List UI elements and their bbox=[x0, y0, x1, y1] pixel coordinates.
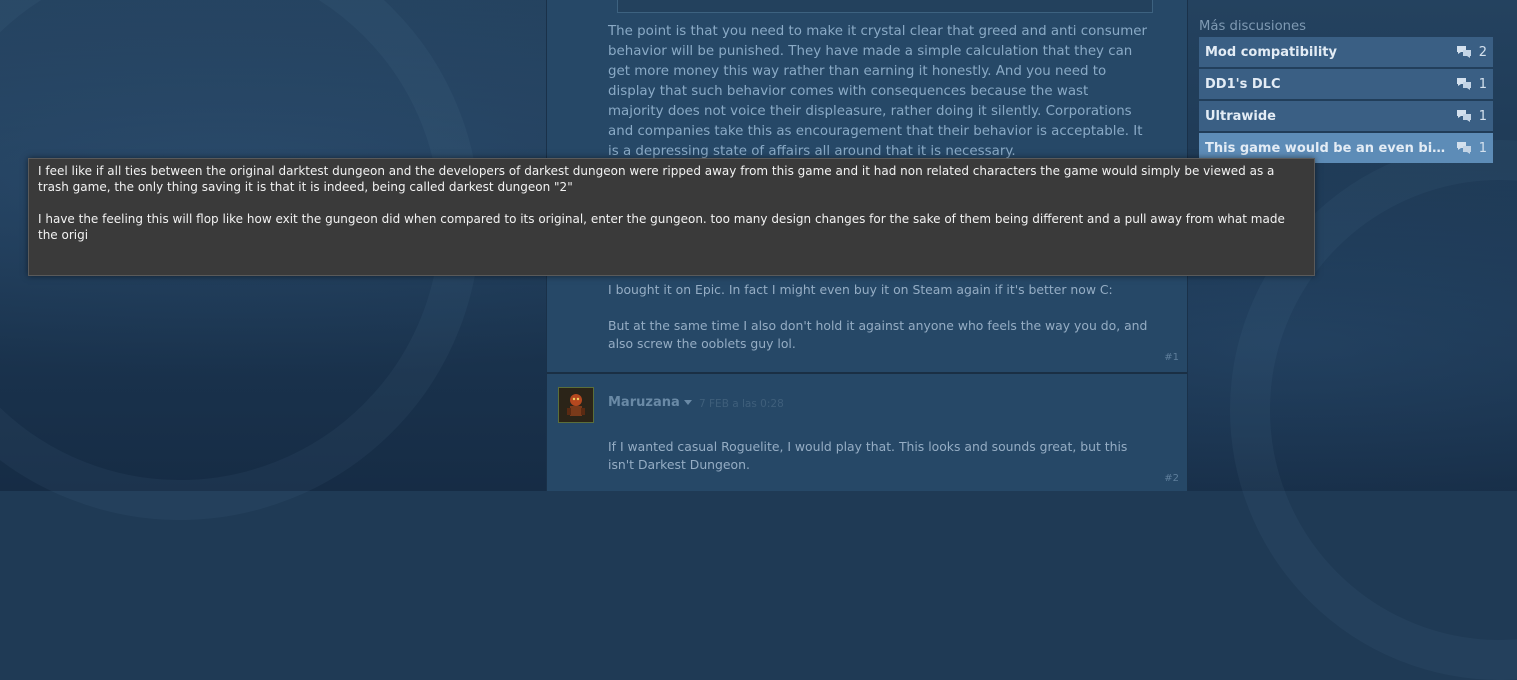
sidebar-item-ultrawide[interactable]: Ultrawide 1 bbox=[1199, 101, 1493, 131]
reply-1-number[interactable]: #1 bbox=[1164, 352, 1179, 363]
tooltip-paragraph-2: I have the feeling this will flop like h… bbox=[38, 212, 1285, 242]
reply-count-value: 2 bbox=[1478, 44, 1487, 60]
sidebar-item-label: DD1's DLC bbox=[1205, 76, 1281, 92]
comment-bubbles-icon bbox=[1456, 110, 1471, 122]
reply-count: 2 bbox=[1456, 45, 1487, 60]
avatar-image bbox=[559, 388, 593, 422]
reply-count: 1 bbox=[1456, 109, 1487, 124]
reply-count: 1 bbox=[1456, 141, 1487, 156]
comment-bubbles-icon bbox=[1456, 46, 1471, 58]
reply-1-line-1: I bought it on Epic. In fact I might eve… bbox=[608, 282, 1113, 297]
main-post-text: The point is that you need to make it cr… bbox=[608, 24, 1148, 159]
reply-count-value: 1 bbox=[1478, 108, 1487, 124]
author-name-text[interactable]: Maruzana bbox=[608, 395, 680, 410]
sidebar-item-label: Ultrawide bbox=[1205, 108, 1276, 124]
chevron-down-icon[interactable] bbox=[683, 400, 692, 405]
reply-count: 1 bbox=[1456, 77, 1487, 92]
avatar[interactable] bbox=[558, 387, 594, 423]
reply-2-text: If I wanted casual Roguelite, I would pl… bbox=[608, 439, 1128, 472]
sidebar-title: Más discusiones bbox=[1199, 19, 1306, 34]
comment-bubbles-icon bbox=[1456, 78, 1471, 90]
post-timestamp: 7 FEB a las 0:28 bbox=[699, 398, 784, 410]
sidebar-item-label: Mod compatibility bbox=[1205, 44, 1337, 60]
comment-bubbles-icon bbox=[1456, 142, 1471, 154]
sidebar-item-dd1-dlc[interactable]: DD1's DLC 1 bbox=[1199, 69, 1493, 99]
tooltip-paragraph-1: I feel like if all ties between the orig… bbox=[38, 164, 1275, 194]
sidebar-item-mod-compatibility[interactable]: Mod compatibility 2 bbox=[1199, 37, 1493, 67]
reply-2-number[interactable]: #2 bbox=[1164, 473, 1179, 484]
reply-1-line-2: But at the same time I also don't hold i… bbox=[608, 318, 1148, 351]
post-preview-tooltip: I feel like if all ties between the orig… bbox=[28, 158, 1315, 276]
post-divider bbox=[547, 372, 1187, 374]
reply-count-value: 1 bbox=[1478, 76, 1487, 92]
reply-count-value: 1 bbox=[1478, 140, 1487, 156]
author-name[interactable]: Maruzana bbox=[608, 395, 692, 410]
sidebar-item-label: This game would be an even bigge... bbox=[1205, 140, 1449, 156]
quote-box bbox=[617, 0, 1153, 13]
